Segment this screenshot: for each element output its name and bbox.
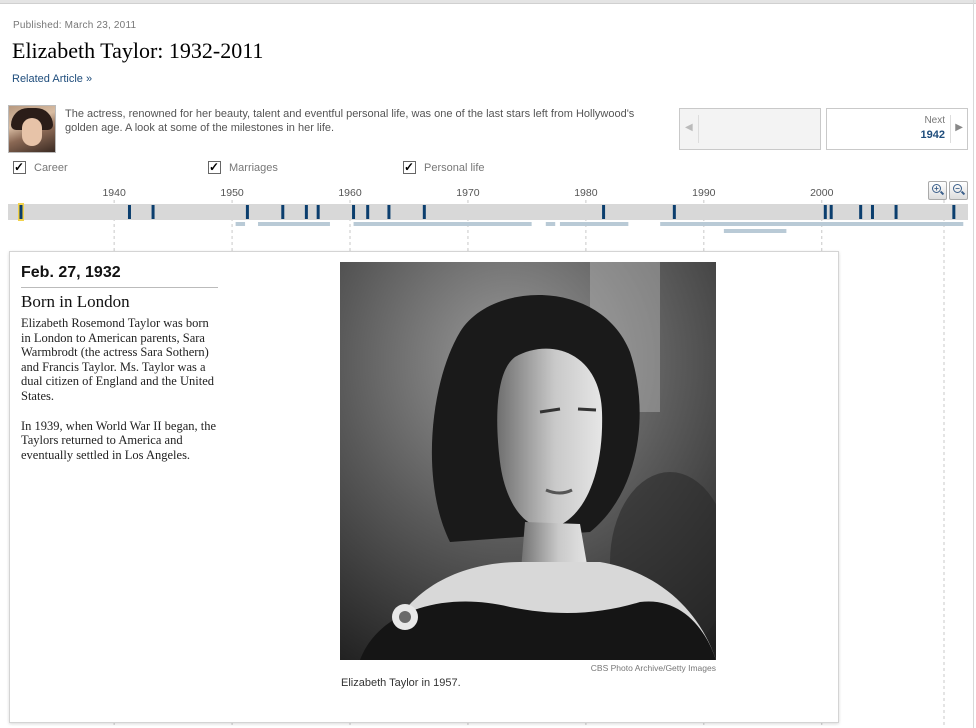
event-marker[interactable]	[859, 205, 863, 219]
event-headline: Born in London	[21, 292, 130, 311]
event-marker[interactable]	[387, 205, 391, 219]
decade-label: 1960	[338, 187, 362, 199]
portrait-thumbnail	[8, 105, 56, 153]
event-marker[interactable]	[823, 205, 827, 219]
timeline-span	[559, 222, 629, 226]
filter-personal-life[interactable]: Personal life	[403, 161, 485, 174]
event-marker[interactable]	[281, 205, 285, 219]
portrait-photo-illustration	[340, 262, 716, 660]
next-year: 1942	[920, 129, 945, 141]
event-marker[interactable]	[870, 205, 874, 219]
next-separator	[950, 115, 951, 143]
decade-label: 1990	[692, 187, 716, 199]
decade-label: 1940	[102, 187, 126, 199]
marriages-checkbox[interactable]	[208, 161, 221, 174]
prev-event-button[interactable]: ◀	[679, 108, 821, 150]
event-marker[interactable]	[352, 205, 356, 219]
photo-caption: Elizabeth Taylor in 1957.	[341, 677, 461, 689]
event-date-rule	[21, 287, 218, 288]
next-event-button[interactable]: Next 1942 ▶	[826, 108, 968, 150]
filter-marriages[interactable]: Marriages	[208, 161, 278, 174]
timeline-span	[545, 222, 556, 226]
timeline-span	[258, 222, 330, 226]
timeline-span	[353, 222, 532, 226]
decade-label: 1970	[456, 187, 480, 199]
event-marker[interactable]	[829, 205, 833, 219]
published-date: Published: March 23, 2011	[13, 20, 137, 31]
top-border	[0, 0, 976, 4]
prev-arrow-icon: ◀	[685, 122, 693, 133]
related-article-link[interactable]: Related Article »	[12, 73, 92, 85]
thumbnail-face-shape	[22, 118, 42, 146]
event-marker[interactable]	[245, 205, 249, 219]
event-marker[interactable]	[602, 205, 606, 219]
photo-credit: CBS Photo Archive/Getty Images	[590, 663, 716, 673]
personal-life-checkbox[interactable]	[403, 161, 416, 174]
event-marker[interactable]	[127, 205, 131, 219]
event-marker[interactable]	[304, 205, 308, 219]
page-title: Elizabeth Taylor: 1932-2011	[12, 38, 264, 63]
event-marker[interactable]	[422, 205, 426, 219]
decade-label: 1980	[574, 187, 598, 199]
career-label: Career	[34, 161, 68, 174]
event-marker[interactable]	[151, 205, 155, 219]
next-label: Next	[924, 115, 945, 126]
decade-label: 1950	[220, 187, 244, 199]
event-detail-panel: Feb. 27, 1932 Born in London Elizabeth R…	[9, 251, 839, 723]
intro-text: The actress, renowned for her beauty, ta…	[65, 108, 635, 134]
event-marker[interactable]	[366, 205, 370, 219]
event-body: Elizabeth Rosemond Taylor was born in Lo…	[21, 316, 221, 477]
timeline-span	[723, 229, 787, 233]
event-paragraph-2: In 1939, when World War II began, the Ta…	[21, 418, 217, 462]
event-marker[interactable]	[952, 205, 956, 219]
event-date: Feb. 27, 1932	[21, 264, 121, 281]
timeline-span	[660, 222, 964, 226]
personal-life-label: Personal life	[424, 161, 485, 174]
event-marker[interactable]	[316, 205, 320, 219]
timeline-span	[235, 222, 246, 226]
event-marker[interactable]	[672, 205, 676, 219]
event-paragraph-1: Elizabeth Rosemond Taylor was born in Lo…	[21, 316, 214, 403]
filter-career[interactable]: Career	[13, 161, 68, 174]
prev-separator	[698, 115, 699, 143]
event-marker[interactable]	[894, 205, 898, 219]
decade-label: 2000	[810, 187, 834, 199]
event-photo	[340, 262, 716, 660]
next-arrow-icon: ▶	[955, 122, 963, 133]
marriages-label: Marriages	[229, 161, 278, 174]
career-checkbox[interactable]	[13, 161, 26, 174]
event-marker[interactable]	[19, 205, 23, 219]
